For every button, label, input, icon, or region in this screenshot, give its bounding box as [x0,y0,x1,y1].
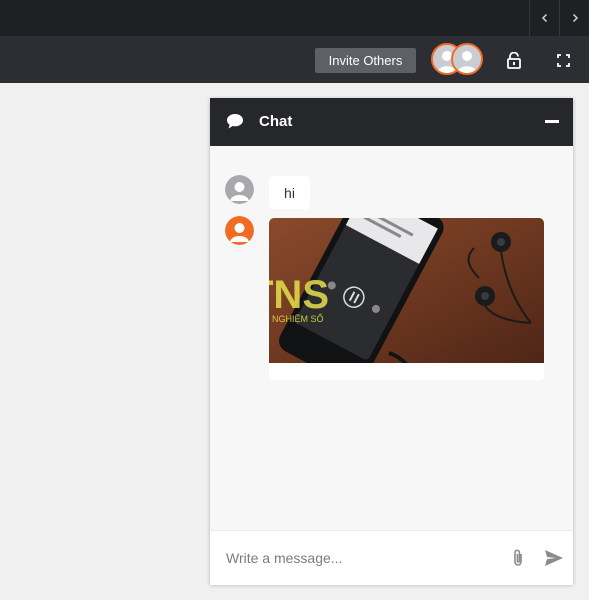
message-input-bar [210,530,573,585]
top-strip [0,0,589,36]
chat-header: Chat [210,98,573,146]
participants-avatars[interactable] [431,43,483,75]
message-avatar [225,216,254,245]
toolbar: Invite Others [0,36,589,83]
prev-button[interactable] [529,0,559,36]
next-button[interactable] [559,0,589,36]
send-icon[interactable] [544,549,564,567]
chat-panel: Chat hi NS NGHIỆM SỐ Write a message... [210,98,573,585]
message-bubble: hi [269,176,310,209]
shared-image: TNS TRẢI NGHIỆM SỐ [269,218,544,380]
nav-buttons [529,0,589,36]
minimize-button[interactable] [545,120,559,123]
chevron-right-icon [572,13,578,23]
image-message[interactable]: TNS TRẢI NGHIỆM SỐ [269,218,544,380]
lock-icon[interactable] [506,52,522,69]
user-icon [225,175,254,204]
paperclip-icon[interactable] [511,548,525,568]
chevron-left-icon [541,13,547,23]
participant-avatar [451,43,483,75]
chat-bubble-icon [227,114,243,129]
chat-title: Chat [259,113,293,130]
invite-others-button[interactable]: Invite Others [315,48,416,73]
fullscreen-icon[interactable] [557,54,570,67]
user-icon [225,216,254,245]
watermark-logo: TNS [269,273,329,317]
message-avatar [225,175,254,204]
user-icon [453,45,481,73]
message-input[interactable] [220,543,502,573]
watermark-text: TRẢI NGHIỆM SỐ [269,313,324,324]
